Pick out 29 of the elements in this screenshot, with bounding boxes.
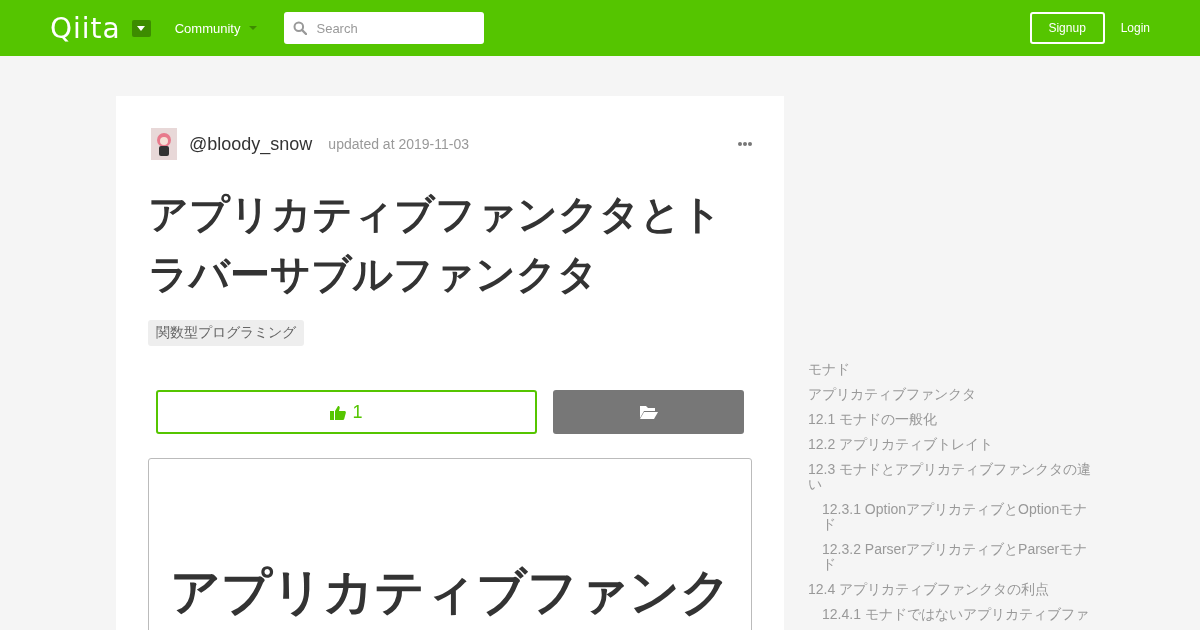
like-button[interactable]: 1 xyxy=(156,390,537,434)
toc-item[interactable]: 12.2 アプリカティブトレイト xyxy=(808,437,1098,452)
dropdown-button[interactable] xyxy=(131,19,151,37)
toc-item[interactable]: アプリカティブファンクタ xyxy=(808,387,1098,402)
thumbs-up-icon xyxy=(330,404,347,420)
folder-icon xyxy=(639,405,658,419)
article-title: アプリカティブファンクタとトラバーサブルファンクタ xyxy=(148,191,723,298)
avatar-icon xyxy=(151,128,177,160)
toc-item[interactable]: 12.3.2 ParserアプリカティブとParserモナド xyxy=(808,542,1098,572)
stock-button[interactable] xyxy=(553,390,744,434)
toc-item[interactable]: 12.1 モナドの一般化 xyxy=(808,412,1098,427)
signup-button[interactable]: Signup xyxy=(1029,12,1105,44)
toc-item[interactable]: 12.4.1 モナドではないアプリカティブファ xyxy=(808,607,1098,622)
more-icon[interactable] xyxy=(738,142,752,146)
toc-item[interactable]: モナド xyxy=(808,362,1098,377)
cover-title: アプリカティブファンク xyxy=(169,563,731,622)
toc-item[interactable]: 12.3 モナドとアプリカティブファンクタの違い xyxy=(808,462,1098,492)
logo[interactable]: Qiita xyxy=(50,11,121,45)
caret-icon xyxy=(137,25,146,31)
toc-item[interactable]: 12.4 アプリカティブファンクタの利点 xyxy=(808,582,1098,597)
caret-icon xyxy=(249,26,258,30)
login-link[interactable]: Login xyxy=(1120,21,1150,35)
updated-date: updated at 2019-11-03 xyxy=(328,136,469,152)
community-menu[interactable]: Community xyxy=(174,20,258,36)
tag[interactable]: 関数型プログラミング xyxy=(148,320,304,346)
author-name[interactable]: @bloody_snow xyxy=(189,133,313,155)
search-icon xyxy=(293,21,308,35)
toc-item[interactable]: 12.3.1 OptionアプリカティブとOptionモナド xyxy=(808,502,1098,532)
search-field[interactable]: Search xyxy=(284,12,485,44)
